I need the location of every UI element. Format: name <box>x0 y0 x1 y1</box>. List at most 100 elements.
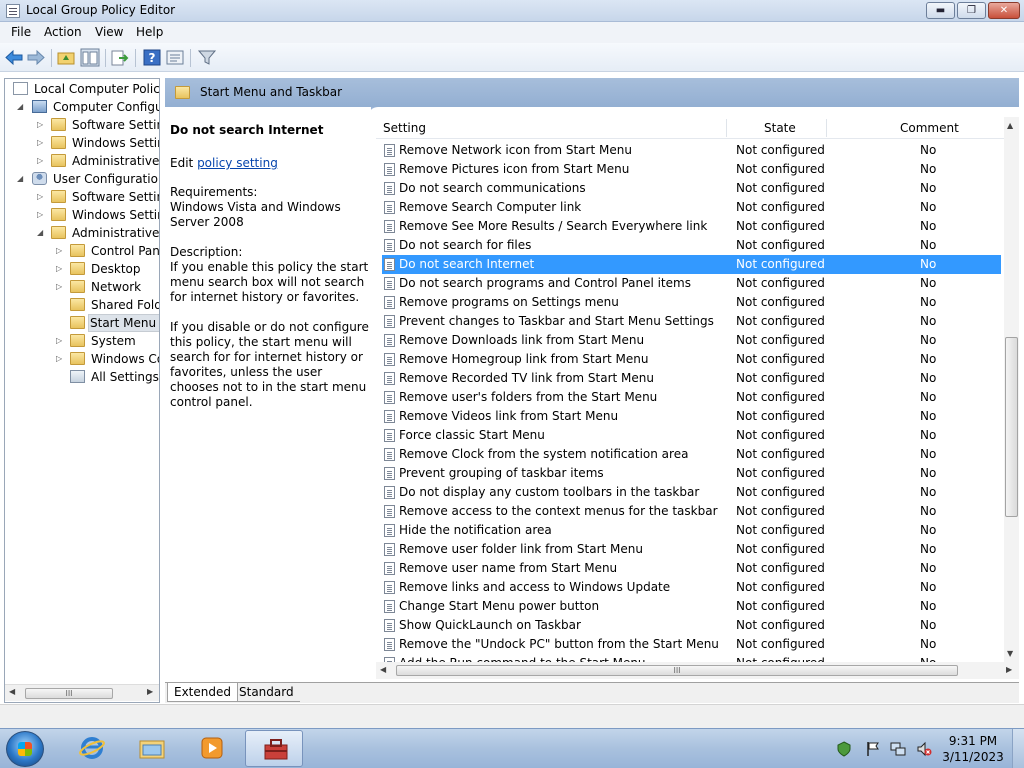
menu-help[interactable]: Help <box>136 25 163 39</box>
expand-arrow-icon[interactable]: ▷ <box>37 157 45 165</box>
expand-arrow-icon[interactable]: ▷ <box>56 265 64 273</box>
table-row[interactable]: Remove Downloads link from Start Menu Not… <box>382 331 1001 350</box>
setting-name: Remove programs on Settings menu <box>399 295 619 309</box>
tree-horizontal-scrollbar[interactable]: ◀ III ▶ <box>5 684 159 701</box>
table-row[interactable]: Remove user's folders from the Start Men… <box>382 388 1001 407</box>
table-row[interactable]: Remove the "Undock PC" button from the S… <box>382 635 1001 654</box>
table-row[interactable]: Show QuickLaunch on Taskbar Not configure… <box>382 616 1001 635</box>
up-folder-icon[interactable] <box>56 48 76 67</box>
table-row[interactable]: Do not search communications Not configur… <box>382 179 1001 198</box>
scroll-down-icon[interactable]: ▼ <box>1007 649 1013 658</box>
table-row[interactable]: Do not display any custom toolbars in th… <box>382 483 1001 502</box>
show-desktop-button[interactable] <box>1012 729 1024 768</box>
expand-arrow-icon[interactable]: ▷ <box>56 355 64 363</box>
table-row[interactable]: Do not search programs and Control Panel… <box>382 274 1001 293</box>
export-list-icon[interactable] <box>110 48 130 67</box>
expand-arrow-icon[interactable]: ▷ <box>56 283 64 291</box>
table-row[interactable]: Remove user name from Start Menu Not conf… <box>382 559 1001 578</box>
table-row[interactable]: Prevent grouping of taskbar items Not con… <box>382 464 1001 483</box>
console-tree: Local Computer Policy ◢ Computer Configu… <box>4 78 160 703</box>
table-row[interactable]: Remove Pictures icon from Start Menu Not … <box>382 160 1001 179</box>
list-hscroll-thumb[interactable]: III <box>396 665 958 676</box>
properties-icon[interactable] <box>165 48 185 67</box>
show-hide-tree-icon[interactable] <box>80 48 100 67</box>
back-arrow-icon[interactable] <box>4 48 24 67</box>
table-row[interactable]: Force classic Start Menu Not configured No <box>382 426 1001 445</box>
menu-action[interactable]: Action <box>44 25 82 39</box>
expand-arrow-icon[interactable]: ▷ <box>56 247 64 255</box>
table-row[interactable]: Add the Run command to the Start Menu Not… <box>382 654 1001 662</box>
collapse-arrow-icon[interactable]: ◢ <box>17 103 25 111</box>
table-row[interactable]: Hide the notification area Not configured… <box>382 521 1001 540</box>
list-horizontal-scrollbar[interactable]: ◀ III ▶ <box>376 662 1019 679</box>
table-row[interactable]: Remove links and access to Windows Updat… <box>382 578 1001 597</box>
tab-extended[interactable]: Extended <box>167 683 238 702</box>
column-header-setting[interactable]: Setting <box>383 121 426 135</box>
table-row[interactable]: Remove access to the context menus for t… <box>382 502 1001 521</box>
table-row[interactable]: Remove Network icon from Start Menu Not c… <box>382 141 1001 160</box>
policy-setting-icon <box>384 315 395 328</box>
setting-comment: No <box>920 561 937 575</box>
tab-standard[interactable]: Standard <box>233 683 300 702</box>
taskbar-internet-explorer[interactable] <box>62 730 120 767</box>
tree-scroll-thumb[interactable]: III <box>25 688 113 699</box>
edit-policy-setting-link[interactable]: policy setting <box>197 156 278 170</box>
close-button[interactable]: ✕ <box>988 2 1020 19</box>
network-icon[interactable] <box>890 741 906 757</box>
table-row[interactable]: Prevent changes to Taskbar and Start Men… <box>382 312 1001 331</box>
expand-arrow-icon[interactable]: ▷ <box>37 121 45 129</box>
column-header-comment[interactable]: Comment <box>900 121 959 135</box>
help-icon[interactable]: ? <box>142 48 162 67</box>
taskbar-media-player[interactable] <box>182 730 240 767</box>
setting-state: Not configured <box>736 371 825 385</box>
setting-comment: No <box>920 181 937 195</box>
flag-icon[interactable] <box>865 741 881 757</box>
table-row[interactable]: Do not search for files Not configured No <box>382 236 1001 255</box>
volume-muted-icon[interactable] <box>916 741 932 757</box>
policy-setting-icon <box>384 182 395 195</box>
table-row[interactable]: Change Start Menu power button Not config… <box>382 597 1001 616</box>
folder-icon <box>70 352 85 365</box>
scroll-right-icon[interactable]: ▶ <box>147 687 153 696</box>
expand-arrow-icon[interactable]: ▷ <box>56 337 64 345</box>
table-row[interactable]: Remove See More Results / Search Everywh… <box>382 217 1001 236</box>
forward-arrow-icon[interactable] <box>26 48 46 67</box>
column-divider[interactable] <box>726 119 727 137</box>
expand-arrow-icon[interactable]: ▷ <box>37 139 45 147</box>
filter-icon[interactable] <box>197 48 217 67</box>
table-row[interactable]: Remove Videos link from Start Menu Not co… <box>382 407 1001 426</box>
expand-arrow-icon[interactable]: ▷ <box>37 193 45 201</box>
collapse-arrow-icon[interactable]: ◢ <box>37 229 45 237</box>
maximize-button[interactable]: ❐ <box>957 2 986 19</box>
scroll-right-icon[interactable]: ▶ <box>1006 665 1012 674</box>
column-divider[interactable] <box>826 119 827 137</box>
scroll-left-icon[interactable]: ◀ <box>380 665 386 674</box>
scroll-up-icon[interactable]: ▲ <box>1007 121 1013 130</box>
collapse-arrow-icon[interactable]: ◢ <box>17 175 25 183</box>
list-vertical-scrollbar[interactable]: ▲ ▼ <box>1004 117 1019 662</box>
minimize-button[interactable]: ▬ <box>926 2 955 19</box>
action-center-icon[interactable] <box>836 741 852 757</box>
taskbar-group-policy-editor[interactable] <box>245 730 303 767</box>
details-pane-header: Start Menu and Taskbar <box>165 78 1019 107</box>
setting-name: Prevent grouping of taskbar items <box>399 466 604 480</box>
taskbar-windows-explorer[interactable] <box>122 730 180 767</box>
table-row[interactable]: Remove programs on Settings menu Not conf… <box>382 293 1001 312</box>
start-button[interactable] <box>6 731 44 767</box>
table-row[interactable]: Remove Clock from the system notificatio… <box>382 445 1001 464</box>
table-row[interactable]: Remove Recorded TV link from Start Menu N… <box>382 369 1001 388</box>
system-clock[interactable]: 9:31 PM 3/11/2023 <box>938 733 1008 765</box>
table-row[interactable]: Remove Homegroup link from Start Menu Not… <box>382 350 1001 369</box>
policy-setting-icon <box>384 296 395 309</box>
menu-view[interactable]: View <box>95 25 123 39</box>
view-tabs: Extended Standard <box>165 682 1019 703</box>
column-header-state[interactable]: State <box>764 121 796 135</box>
list-vscroll-thumb[interactable] <box>1005 337 1018 517</box>
table-row[interactable]: Remove user folder link from Start Menu N… <box>382 540 1001 559</box>
expand-arrow-icon[interactable]: ▷ <box>37 211 45 219</box>
scroll-left-icon[interactable]: ◀ <box>9 687 15 696</box>
setting-comment: No <box>920 428 937 442</box>
table-row[interactable]: Do not search Internet Not configured No <box>382 255 1001 274</box>
table-row[interactable]: Remove Search Computer link Not configure… <box>382 198 1001 217</box>
menu-file[interactable]: File <box>11 25 31 39</box>
